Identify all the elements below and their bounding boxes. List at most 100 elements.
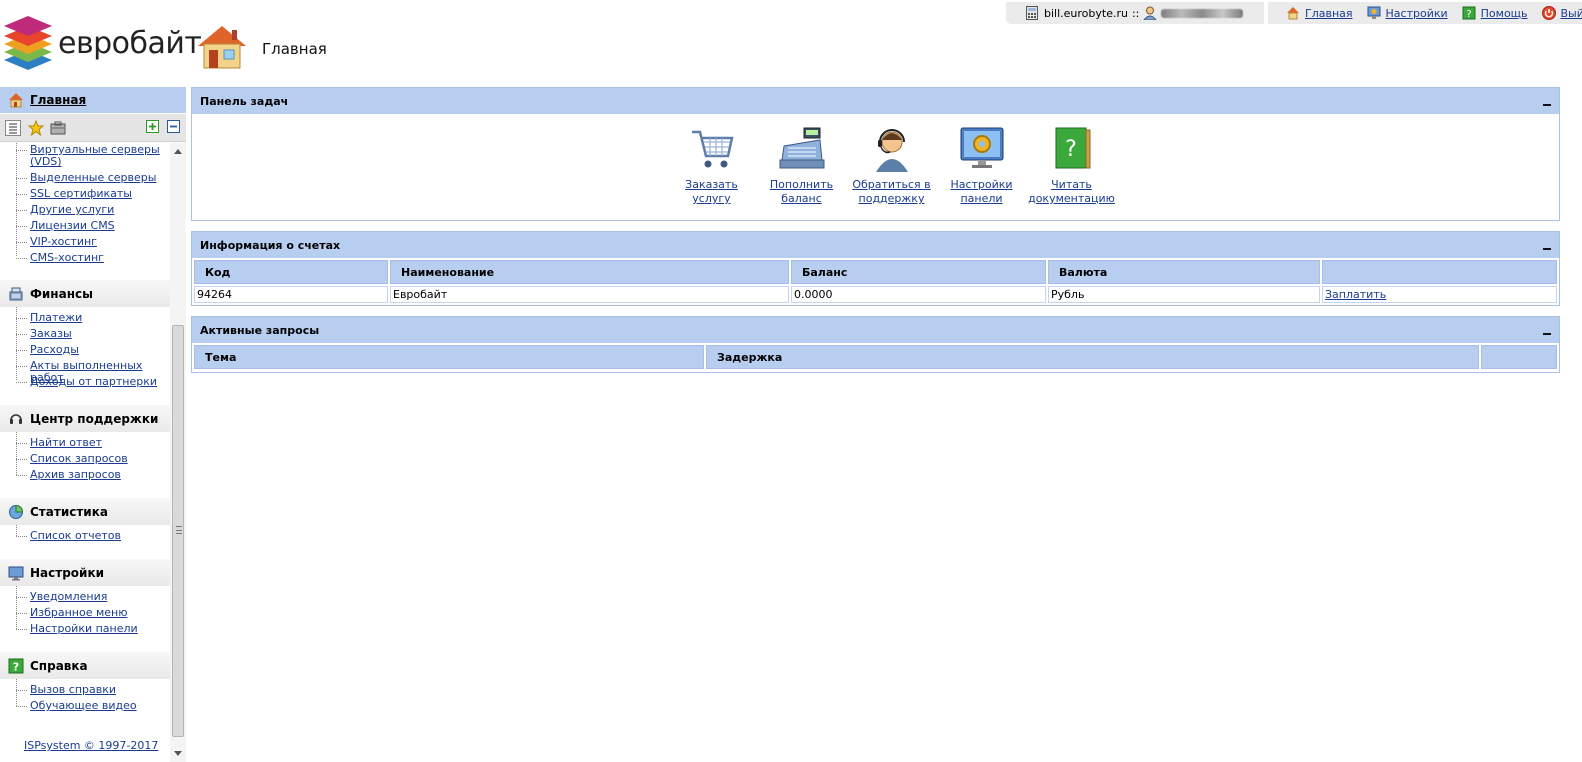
- sidebar-scrollbar[interactable]: [170, 143, 186, 762]
- sidebar-item-cms-licenses[interactable]: Лицензии CMS: [30, 220, 165, 232]
- collapse-icon[interactable]: [1543, 248, 1551, 250]
- cell-code: 94264: [194, 286, 388, 303]
- help-book-icon: ?: [8, 658, 24, 673]
- task-order-service[interactable]: Заказать услугу: [667, 124, 757, 206]
- top-nav-help-link[interactable]: Помощь: [1481, 7, 1528, 20]
- sidebar-item-vds[interactable]: Виртуальные серверы (VDS): [30, 144, 165, 168]
- collapse-all-button[interactable]: [167, 120, 183, 136]
- accounts-panel-title: Информация о счетах: [200, 238, 341, 252]
- sidebar-group-help[interactable]: ? Справка: [0, 652, 170, 679]
- task-panel-settings[interactable]: Настройки панели: [937, 124, 1027, 206]
- task-read-docs[interactable]: ? Читать документацию: [1027, 124, 1117, 206]
- sidebar-group-settings-title: Настройки: [30, 565, 105, 580]
- column-header-extra: [1481, 345, 1557, 369]
- username-redacted: [1161, 8, 1244, 18]
- requests-panel-title: Активные запросы: [200, 323, 320, 337]
- host-separator: ::: [1131, 6, 1140, 20]
- sidebar-item-notifications[interactable]: Уведомления: [30, 591, 165, 603]
- cell-name: Евробайт: [390, 286, 789, 303]
- task-read-docs-label[interactable]: Читать документацию: [1027, 178, 1117, 206]
- panel-settings-icon: [960, 127, 1003, 168]
- sidebar-home[interactable]: Главная: [0, 87, 186, 113]
- help-icon: ?: [1462, 6, 1476, 20]
- top-nav-logout[interactable]: Выйти: [1541, 6, 1582, 20]
- logo[interactable]: евробайт: [2, 14, 202, 74]
- home-large-icon: [196, 24, 248, 73]
- top-nav-logout-link[interactable]: Выйти: [1561, 7, 1582, 20]
- task-contact-support-label[interactable]: Обратиться в поддержку: [847, 178, 937, 206]
- services-button[interactable]: [50, 120, 66, 136]
- copyright-link[interactable]: ISPsystem © 1997-2017: [24, 739, 158, 752]
- sidebar-item-dedicated[interactable]: Выделенные серверы: [30, 172, 165, 184]
- home-icon: [1287, 7, 1299, 20]
- sidebar-item-reports[interactable]: Список отчетов: [30, 530, 165, 542]
- sidebar-item-request-archive[interactable]: Архив запросов: [30, 469, 165, 481]
- sidebar-item-expenses[interactable]: Расходы: [30, 344, 165, 356]
- sidebar-item-other[interactable]: Другие услуги: [30, 204, 165, 216]
- accounts-table-header: Код Наименование Баланс Валюта: [194, 260, 1557, 284]
- sidebar-group-statistics[interactable]: Статистика: [0, 498, 170, 525]
- column-header-delay[interactable]: Задержка: [706, 345, 1479, 369]
- top-nav-help[interactable]: ? Помощь: [1462, 6, 1528, 20]
- user-icon: [1143, 6, 1158, 20]
- expand-all-button[interactable]: [146, 120, 162, 136]
- sidebar-item-payments[interactable]: Платежи: [30, 312, 165, 324]
- sidebar-item-help-call[interactable]: Вызов справки: [30, 684, 165, 696]
- column-header-name[interactable]: Наименование: [390, 260, 789, 284]
- sidebar-item-panel-settings[interactable]: Настройки панели: [30, 623, 165, 635]
- task-order-service-label[interactable]: Заказать услугу: [667, 178, 757, 206]
- column-header-currency[interactable]: Валюта: [1048, 260, 1320, 284]
- brand-name: евробайт: [58, 26, 202, 61]
- collapse-icon[interactable]: [1543, 333, 1551, 335]
- accounts-panel: Информация о счетах Код Наименование Бал…: [191, 231, 1560, 306]
- sidebar-item-ssl[interactable]: SSL сертификаты: [30, 188, 165, 200]
- task-list: Заказать услугу Пополнить баланс Обратит…: [192, 114, 1559, 206]
- sidebar-group-finance-title: Финансы: [30, 286, 93, 301]
- column-header-balance[interactable]: Баланс: [791, 260, 1046, 284]
- column-header-code[interactable]: Код: [194, 260, 388, 284]
- svg-text:?: ?: [1065, 137, 1077, 162]
- accounts-table: Код Наименование Баланс Валюта 94264 Евр…: [192, 258, 1559, 305]
- requests-table: Тема Задержка: [192, 343, 1559, 371]
- sidebar-tree: Виртуальные серверы (VDS) Выделенные сер…: [0, 143, 170, 762]
- svg-text:?: ?: [1466, 9, 1471, 20]
- tasks-panel-title: Панель задач: [200, 94, 289, 108]
- task-topup-balance-label[interactable]: Пополнить баланс: [757, 178, 847, 206]
- table-row[interactable]: 94264 Евробайт 0.0000 Рубль Заплатить: [194, 286, 1557, 303]
- scroll-down-arrow-icon[interactable]: [174, 751, 182, 756]
- pay-link[interactable]: Заплатить: [1325, 288, 1386, 301]
- top-nav-settings[interactable]: Настройки: [1367, 6, 1448, 20]
- scroll-up-arrow-icon[interactable]: [174, 149, 182, 154]
- top-nav-settings-link[interactable]: Настройки: [1386, 7, 1448, 20]
- home-icon: [9, 93, 23, 108]
- sidebar-item-cms-hosting[interactable]: CMS-хостинг: [30, 252, 165, 264]
- sidebar-item-favorites-menu[interactable]: Избранное меню: [30, 607, 165, 619]
- collapse-icon[interactable]: [1543, 104, 1551, 106]
- scrollbar-thumb[interactable]: [172, 325, 184, 737]
- sidebar-home-link[interactable]: Главная: [30, 93, 86, 107]
- sidebar-group-support[interactable]: Центр поддержки: [0, 405, 170, 432]
- sidebar-item-request-list[interactable]: Список запросов: [30, 453, 165, 465]
- sidebar-item-find-answer[interactable]: Найти ответ: [30, 437, 165, 449]
- sidebar-item-partner-income[interactable]: Доходы от партнерки: [30, 376, 165, 388]
- top-nav-home[interactable]: Главная: [1286, 6, 1353, 20]
- logout-icon: [1541, 6, 1556, 20]
- list-icon: [9, 123, 17, 134]
- sidebar-item-orders[interactable]: Заказы: [30, 328, 165, 340]
- finance-icon: [9, 287, 23, 300]
- sidebar-group-help-title: Справка: [30, 658, 88, 673]
- favorites-button[interactable]: [27, 119, 45, 137]
- task-panel-settings-label[interactable]: Настройки панели: [937, 178, 1027, 206]
- column-header-subject[interactable]: Тема: [194, 345, 704, 369]
- task-contact-support[interactable]: Обратиться в поддержку: [847, 124, 937, 206]
- briefcase-icon: [50, 121, 66, 135]
- sidebar-item-vip[interactable]: VIP-хостинг: [30, 236, 165, 248]
- accounts-panel-header: Информация о счетах: [192, 232, 1559, 258]
- requests-panel-header: Активные запросы: [192, 317, 1559, 343]
- sidebar-group-settings[interactable]: Настройки: [0, 559, 170, 586]
- sidebar-group-finance[interactable]: Финансы: [0, 280, 170, 307]
- top-nav-home-link[interactable]: Главная: [1305, 7, 1353, 20]
- tree-view-button[interactable]: [5, 120, 21, 136]
- task-topup-balance[interactable]: Пополнить баланс: [757, 124, 847, 206]
- sidebar-item-tutorial-video[interactable]: Обучающее видео: [30, 700, 165, 712]
